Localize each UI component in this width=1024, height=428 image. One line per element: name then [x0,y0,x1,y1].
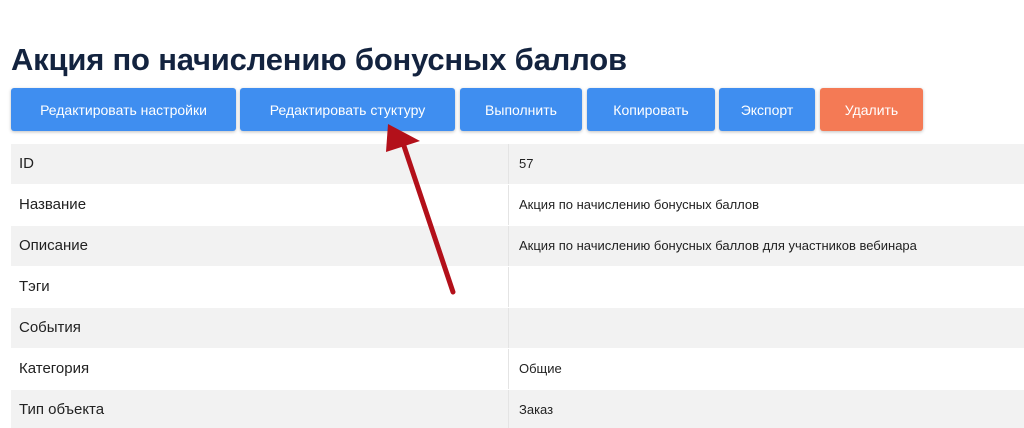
table-row-id: ID 57 [11,144,1024,185]
copy-button[interactable]: Копировать [587,88,715,131]
row-value [508,267,1024,307]
row-label: Название [19,196,87,213]
row-value: Общие [508,349,1024,389]
table-row-tags: Тэги [11,267,1024,308]
execute-button[interactable]: Выполнить [460,88,582,131]
table-row-object-type: Тип объекта Заказ [11,390,1024,428]
row-label: ID [19,155,34,172]
row-value: Акция по начислению бонусных баллов [508,185,1024,225]
table-row-description: Описание Акция по начислению бонусных ба… [11,226,1024,267]
row-value [508,308,1024,348]
details-table: ID 57 Название Акция по начислению бонус… [11,144,1024,428]
row-label: События [19,319,81,336]
page-title: Акция по начислению бонусных баллов [11,42,627,77]
row-label: Категория [19,360,90,377]
table-row-name: Название Акция по начислению бонусных ба… [11,185,1024,226]
row-label: Описание [19,237,89,254]
row-value: Акция по начислению бонусных баллов для … [508,226,1024,266]
table-row-category: Категория Общие [11,349,1024,390]
table-row-events: События [11,308,1024,349]
delete-button[interactable]: Удалить [820,88,923,131]
page: Акция по начислению бонусных баллов Реда… [0,0,1024,428]
edit-settings-button[interactable]: Редактировать настройки [11,88,236,131]
row-label: Тэги [19,278,50,295]
edit-structure-button[interactable]: Редактировать стуктуру [240,88,455,131]
export-button[interactable]: Экспорт [719,88,815,131]
row-value: 57 [508,144,1024,184]
row-value: Заказ [508,390,1024,428]
row-label: Тип объекта [19,401,105,418]
